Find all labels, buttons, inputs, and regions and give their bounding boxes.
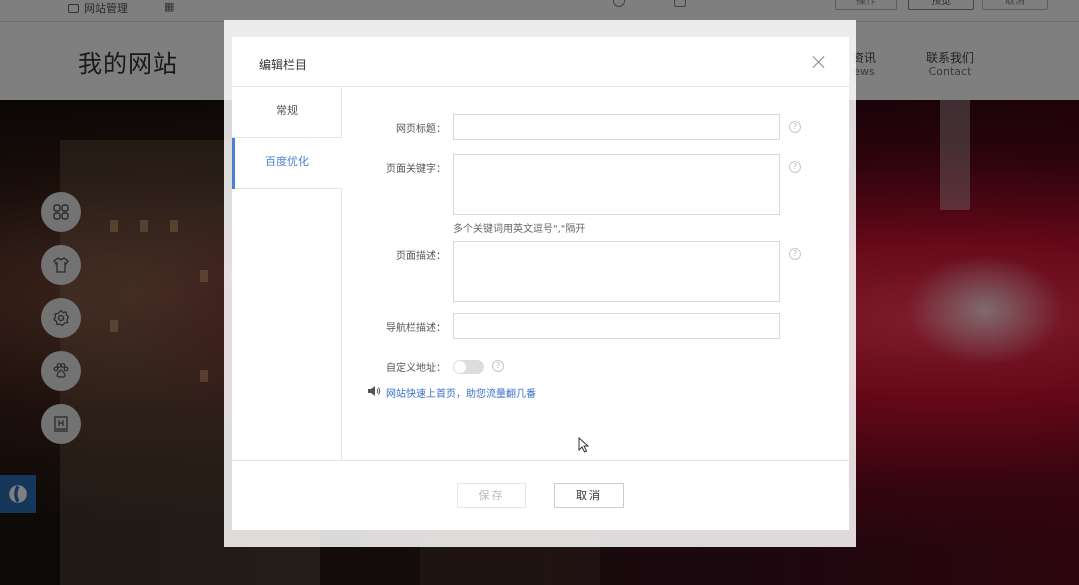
tab-seo[interactable]: 百度优化: [232, 138, 342, 189]
close-icon[interactable]: [812, 55, 825, 68]
page-title-label: 网页标题：: [396, 124, 446, 135]
description-textarea[interactable]: [453, 241, 780, 302]
nav-description-input[interactable]: [453, 313, 780, 339]
custom-url-label: 自定义地址：: [386, 363, 446, 374]
help-icon[interactable]: ?: [492, 360, 504, 372]
keywords-label: 页面关键字：: [386, 164, 446, 175]
help-icon[interactable]: ?: [789, 248, 801, 260]
dialog-tabs: 常规 百度优化: [232, 87, 342, 460]
tab-general[interactable]: 常规: [232, 87, 342, 138]
toggle-knob: [454, 361, 466, 373]
keywords-textarea[interactable]: [453, 154, 780, 215]
dialog-title: 编辑栏目: [259, 58, 308, 72]
page-title-input[interactable]: [453, 114, 780, 140]
help-icon[interactable]: ?: [789, 161, 801, 173]
help-icon[interactable]: ?: [789, 121, 801, 133]
divider: [232, 460, 849, 461]
keywords-hint: 多个关键词用英文逗号","隔开: [453, 224, 586, 235]
custom-url-toggle[interactable]: [453, 360, 484, 374]
save-button[interactable]: 保存: [457, 483, 526, 508]
nav-description-label: 导航栏描述：: [386, 323, 446, 334]
seo-promo-link[interactable]: 网站快速上首页，助您流量翻几番: [386, 385, 536, 400]
cancel-button[interactable]: 取消: [554, 483, 624, 508]
mouse-cursor-icon: [578, 437, 590, 453]
edit-column-dialog: 编辑栏目 常规 百度优化 网页标题： ? 页面关键字： ? 多个关键词用英文逗号…: [232, 37, 849, 530]
speaker-icon: [368, 386, 381, 396]
description-label: 页面描述：: [396, 251, 446, 262]
